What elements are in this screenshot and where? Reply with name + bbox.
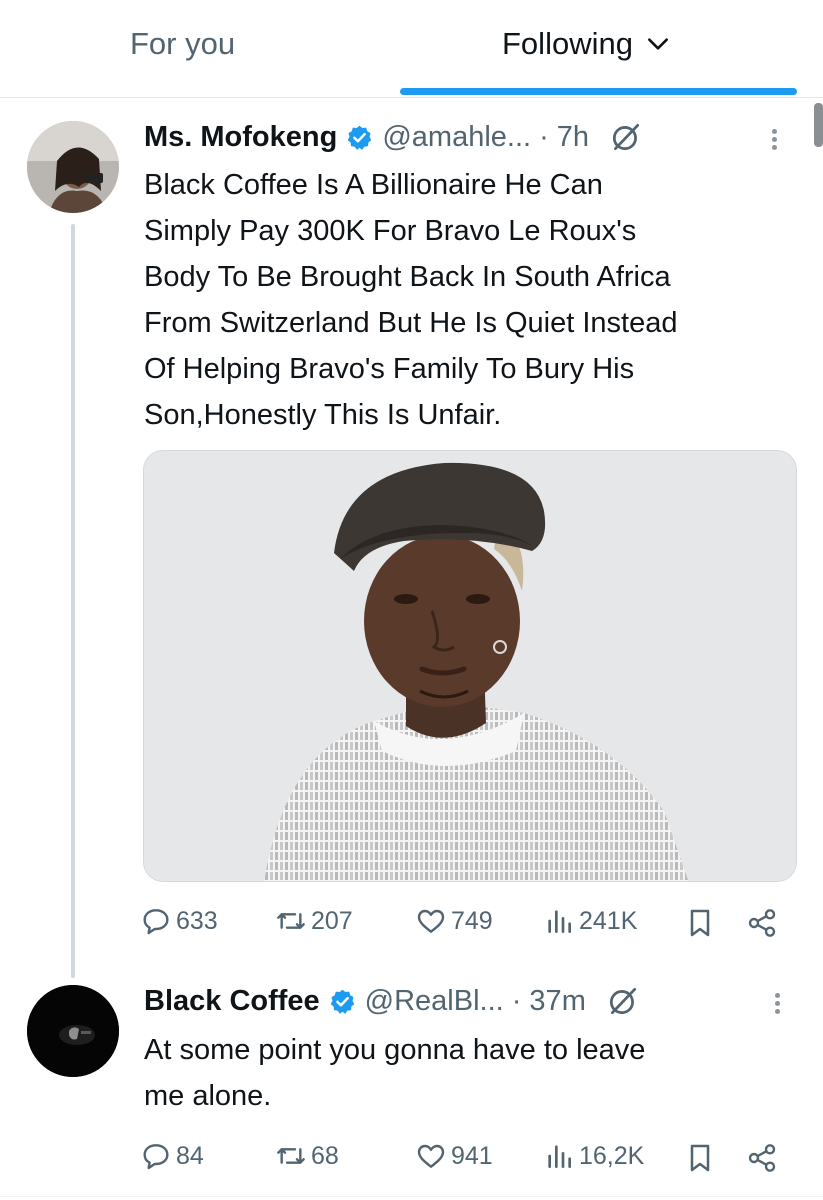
bookmark-icon[interactable]	[684, 1142, 716, 1174]
tweet-divider	[0, 1196, 823, 1197]
repost-button[interactable]: 68	[275, 1140, 339, 1172]
scrollbar-thumb[interactable]	[814, 103, 823, 147]
avatar[interactable]	[27, 985, 119, 1077]
views-count: 16,2K	[579, 1141, 645, 1170]
views-count: 241K	[579, 906, 638, 935]
tab-following-label: Following	[502, 26, 633, 61]
views-button[interactable]: 16,2K	[543, 1140, 644, 1172]
like-icon	[417, 1144, 445, 1168]
verified-badge-icon	[348, 125, 372, 150]
grok-icon[interactable]	[609, 120, 643, 154]
reply-button[interactable]: 84	[140, 1140, 204, 1172]
views-icon	[548, 910, 571, 933]
tweet-actions: 84 68 941 16,2K	[140, 1140, 790, 1180]
tweet-header: Black Coffee @RealBl... · 37m	[144, 984, 640, 1018]
tweet-media-image[interactable]	[143, 450, 797, 882]
reply-icon	[143, 909, 169, 935]
repost-count: 207	[311, 906, 353, 935]
like-button[interactable]: 941	[415, 1140, 493, 1172]
reply-button[interactable]: 633	[140, 905, 218, 937]
repost-icon	[277, 913, 305, 929]
reply-icon	[143, 1144, 169, 1170]
chevron-down-icon	[647, 38, 668, 50]
like-count: 749	[451, 906, 493, 935]
share-icon[interactable]	[746, 1142, 778, 1174]
photo-man-in-flat-cap	[144, 451, 796, 881]
author-handle[interactable]: @amahle...	[382, 121, 531, 154]
author-handle[interactable]: @RealBl...	[365, 985, 504, 1018]
tweet-timestamp[interactable]: · 37m	[512, 985, 586, 1018]
tweet-text: At some point you gonna have to leave me…	[144, 1034, 646, 1112]
thread-line	[71, 224, 75, 978]
repost-icon	[277, 1148, 305, 1164]
avatar[interactable]	[27, 121, 119, 213]
reply-count: 84	[176, 1141, 204, 1170]
tweet-timestamp[interactable]: · 7h	[539, 121, 589, 154]
like-count: 941	[451, 1141, 493, 1170]
avatar-photo	[27, 985, 119, 1077]
grok-icon[interactable]	[606, 984, 640, 1018]
repost-button[interactable]: 207	[275, 905, 353, 937]
bookmark-icon[interactable]	[684, 907, 716, 939]
tweet-actions: 633 207 749 241K	[140, 905, 790, 945]
active-tab-indicator	[400, 88, 797, 95]
like-button[interactable]: 749	[415, 905, 493, 937]
author-name[interactable]: Ms. Mofokeng	[144, 121, 337, 154]
like-icon	[417, 909, 445, 933]
tweet-header: Ms. Mofokeng @amahle... · 7h	[144, 120, 643, 154]
tweet-text: Black Coffee Is A Billionaire He Can Sim…	[144, 169, 678, 431]
views-button[interactable]: 241K	[543, 905, 637, 937]
views-icon	[548, 1145, 571, 1168]
tab-for-you[interactable]: For you	[130, 26, 235, 62]
reply-count: 633	[176, 906, 218, 935]
avatar-photo	[27, 121, 119, 213]
tab-following[interactable]: Following	[502, 26, 671, 62]
share-icon[interactable]	[746, 907, 778, 939]
more-options-icon[interactable]	[772, 990, 782, 1017]
more-options-icon[interactable]	[769, 126, 779, 153]
timeline-tabs: For you Following	[0, 0, 823, 98]
author-name[interactable]: Black Coffee	[144, 985, 320, 1018]
verified-badge-icon	[330, 989, 354, 1014]
repost-count: 68	[311, 1141, 339, 1170]
